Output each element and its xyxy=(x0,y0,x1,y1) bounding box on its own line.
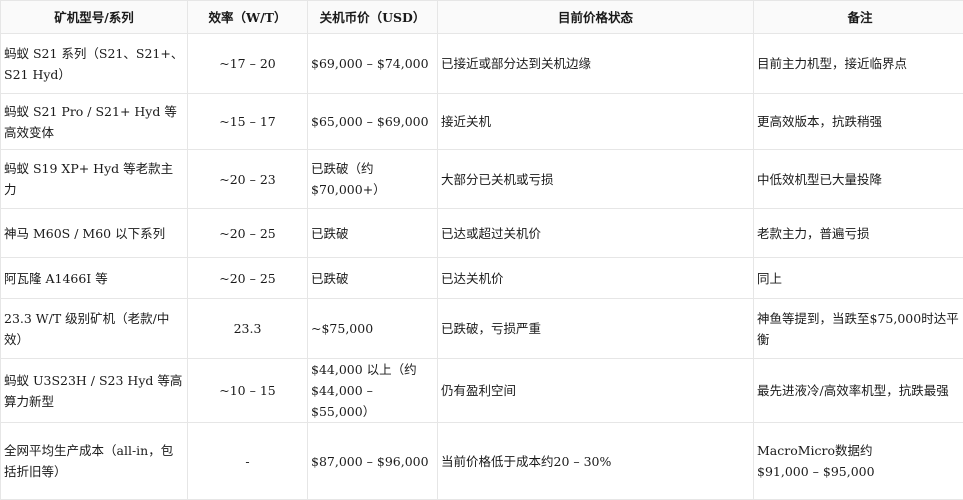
cell-status: 已接近或部分达到关机边缘 xyxy=(438,34,754,94)
cell-status: 已跌破，亏损严重 xyxy=(438,299,754,359)
cell-status: 仍有盈利空间 xyxy=(438,359,754,423)
cell-shutdown-price: $87,000 – $96,000 xyxy=(308,423,438,500)
table-row: 神马 M60S / M60 以下系列 ~20 – 25 已跌破 已达或超过关机价… xyxy=(1,209,963,258)
cell-note: MacroMicro数据约 $91,000 – $95,000 xyxy=(754,423,963,500)
miner-shutdown-price-table: 矿机型号/系列 效率（W/T） 关机币价（USD） 目前价格状态 备注 蚂蚁 S… xyxy=(0,0,963,500)
cell-note: 老款主力，普遍亏损 xyxy=(754,209,963,258)
cell-shutdown-price: 已跌破（约 $70,000+） xyxy=(308,150,438,209)
cell-note: 更高效版本，抗跌稍强 xyxy=(754,94,963,150)
table-row: 全网平均生产成本（all-in，包括折旧等） - $87,000 – $96,0… xyxy=(1,423,963,500)
table-row: 蚂蚁 U3S23H / S23 Hyd 等高算力新型 ~10 – 15 $44,… xyxy=(1,359,963,423)
cell-shutdown-price: 已跌破 xyxy=(308,209,438,258)
cell-shutdown-price: ~$75,000 xyxy=(308,299,438,359)
table-row: 蚂蚁 S19 XP+ Hyd 等老款主力 ~20 – 23 已跌破（约 $70,… xyxy=(1,150,963,209)
cell-model: 神马 M60S / M60 以下系列 xyxy=(1,209,188,258)
cell-efficiency: ~15 – 17 xyxy=(188,94,308,150)
cell-status: 已达关机价 xyxy=(438,258,754,299)
cell-efficiency: ~10 – 15 xyxy=(188,359,308,423)
cell-efficiency: ~17 – 20 xyxy=(188,34,308,94)
cell-efficiency: - xyxy=(188,423,308,500)
cell-shutdown-price: 已跌破 xyxy=(308,258,438,299)
cell-status: 已达或超过关机价 xyxy=(438,209,754,258)
cell-model: 23.3 W/T 级别矿机（老款/中效） xyxy=(1,299,188,359)
cell-model: 阿瓦隆 A1466I 等 xyxy=(1,258,188,299)
cell-shutdown-price: $65,000 – $69,000 xyxy=(308,94,438,150)
header-price-status: 目前价格状态 xyxy=(438,1,754,34)
cell-efficiency: 23.3 xyxy=(188,299,308,359)
header-efficiency: 效率（W/T） xyxy=(188,1,308,34)
header-model: 矿机型号/系列 xyxy=(1,1,188,34)
cell-model: 蚂蚁 S21 Pro / S21+ Hyd 等高效变体 xyxy=(1,94,188,150)
cell-model: 蚂蚁 S19 XP+ Hyd 等老款主力 xyxy=(1,150,188,209)
cell-shutdown-price: $44,000 以上（约 $44,000 – $55,000） xyxy=(308,359,438,423)
cell-model: 全网平均生产成本（all-in，包括折旧等） xyxy=(1,423,188,500)
cell-efficiency: ~20 – 23 xyxy=(188,150,308,209)
cell-note: 最先进液冷/高效率机型，抗跌最强 xyxy=(754,359,963,423)
cell-note: 同上 xyxy=(754,258,963,299)
table-header-row: 矿机型号/系列 效率（W/T） 关机币价（USD） 目前价格状态 备注 xyxy=(1,1,963,34)
cell-status: 当前价格低于成本约20 – 30% xyxy=(438,423,754,500)
cell-note: 神鱼等提到，当跌至$75,000时达平衡 xyxy=(754,299,963,359)
cell-status: 接近关机 xyxy=(438,94,754,150)
cell-note-line1: MacroMicro数据约 xyxy=(757,440,963,461)
cell-model: 蚂蚁 S21 系列（S21、S21+、S21 Hyd） xyxy=(1,34,188,94)
cell-efficiency: ~20 – 25 xyxy=(188,258,308,299)
table-row: 蚂蚁 S21 系列（S21、S21+、S21 Hyd） ~17 – 20 $69… xyxy=(1,34,963,94)
cell-status: 大部分已关机或亏损 xyxy=(438,150,754,209)
cell-note: 中低效机型已大量投降 xyxy=(754,150,963,209)
table-row: 阿瓦隆 A1466I 等 ~20 – 25 已跌破 已达关机价 同上 xyxy=(1,258,963,299)
cell-note: 目前主力机型，接近临界点 xyxy=(754,34,963,94)
cell-efficiency: ~20 – 25 xyxy=(188,209,308,258)
cell-model: 蚂蚁 U3S23H / S23 Hyd 等高算力新型 xyxy=(1,359,188,423)
cell-note-line2: $91,000 – $95,000 xyxy=(757,461,963,482)
header-note: 备注 xyxy=(754,1,963,34)
cell-shutdown-price: $69,000 – $74,000 xyxy=(308,34,438,94)
table-row: 蚂蚁 S21 Pro / S21+ Hyd 等高效变体 ~15 – 17 $65… xyxy=(1,94,963,150)
table-row: 23.3 W/T 级别矿机（老款/中效） 23.3 ~$75,000 已跌破，亏… xyxy=(1,299,963,359)
header-shutdown-price: 关机币价（USD） xyxy=(308,1,438,34)
